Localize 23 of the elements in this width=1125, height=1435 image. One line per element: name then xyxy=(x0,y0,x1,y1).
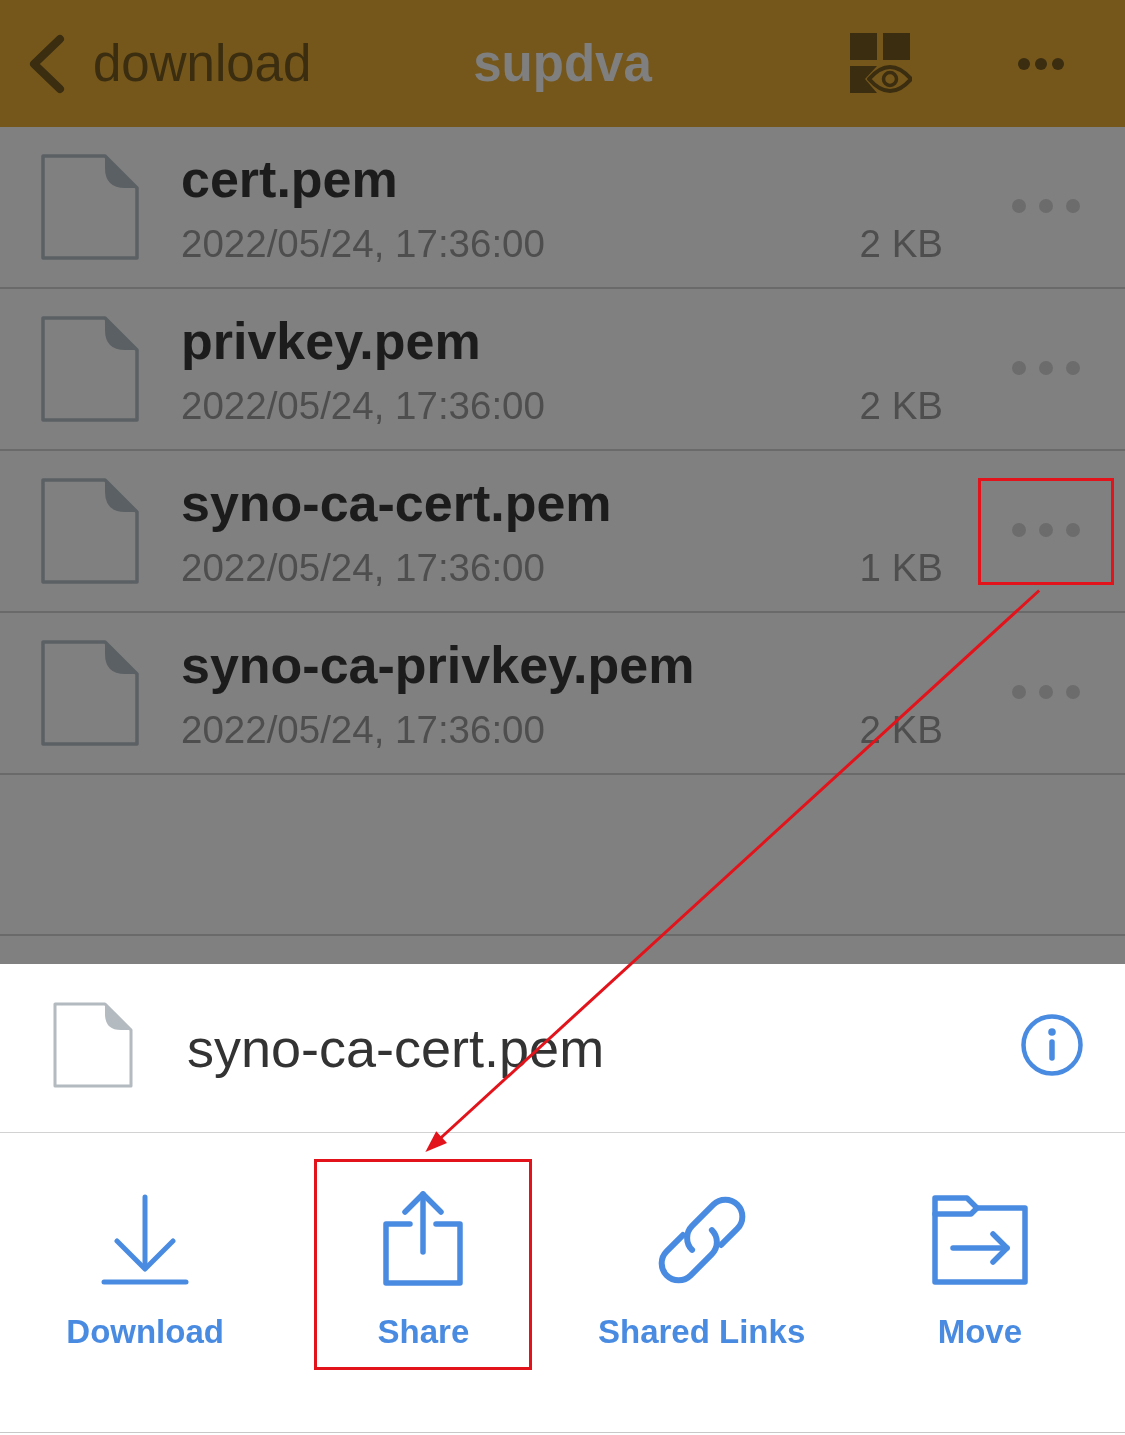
file-name: privkey.pem xyxy=(181,311,481,370)
chevron-left-icon xyxy=(28,33,66,94)
share-icon xyxy=(382,1190,465,1286)
folder-title: supdva xyxy=(473,33,652,94)
share-button[interactable]: Share xyxy=(314,1159,533,1370)
file-icon xyxy=(41,640,139,746)
file-icon xyxy=(41,316,139,422)
file-icon xyxy=(53,1002,133,1088)
back-button[interactable]: download xyxy=(28,31,312,96)
folder-arrow-icon xyxy=(930,1194,1029,1286)
file-name: cert.pem xyxy=(181,149,398,208)
download-button[interactable]: Download xyxy=(36,1159,255,1370)
move-button[interactable]: Move xyxy=(870,1159,1089,1370)
download-icon xyxy=(101,1194,190,1286)
shared-links-button[interactable]: Shared Links xyxy=(592,1159,811,1370)
more-icon[interactable] xyxy=(1018,57,1064,70)
more-button[interactable] xyxy=(978,477,1114,585)
file-name: syno-ca-privkey.pem xyxy=(181,635,695,694)
file-icon xyxy=(41,154,139,260)
grid-view-icon[interactable] xyxy=(850,32,912,95)
file-icon xyxy=(41,478,139,584)
file-name: syno-ca-cert.pem xyxy=(181,473,612,532)
info-icon[interactable] xyxy=(1021,1014,1083,1076)
